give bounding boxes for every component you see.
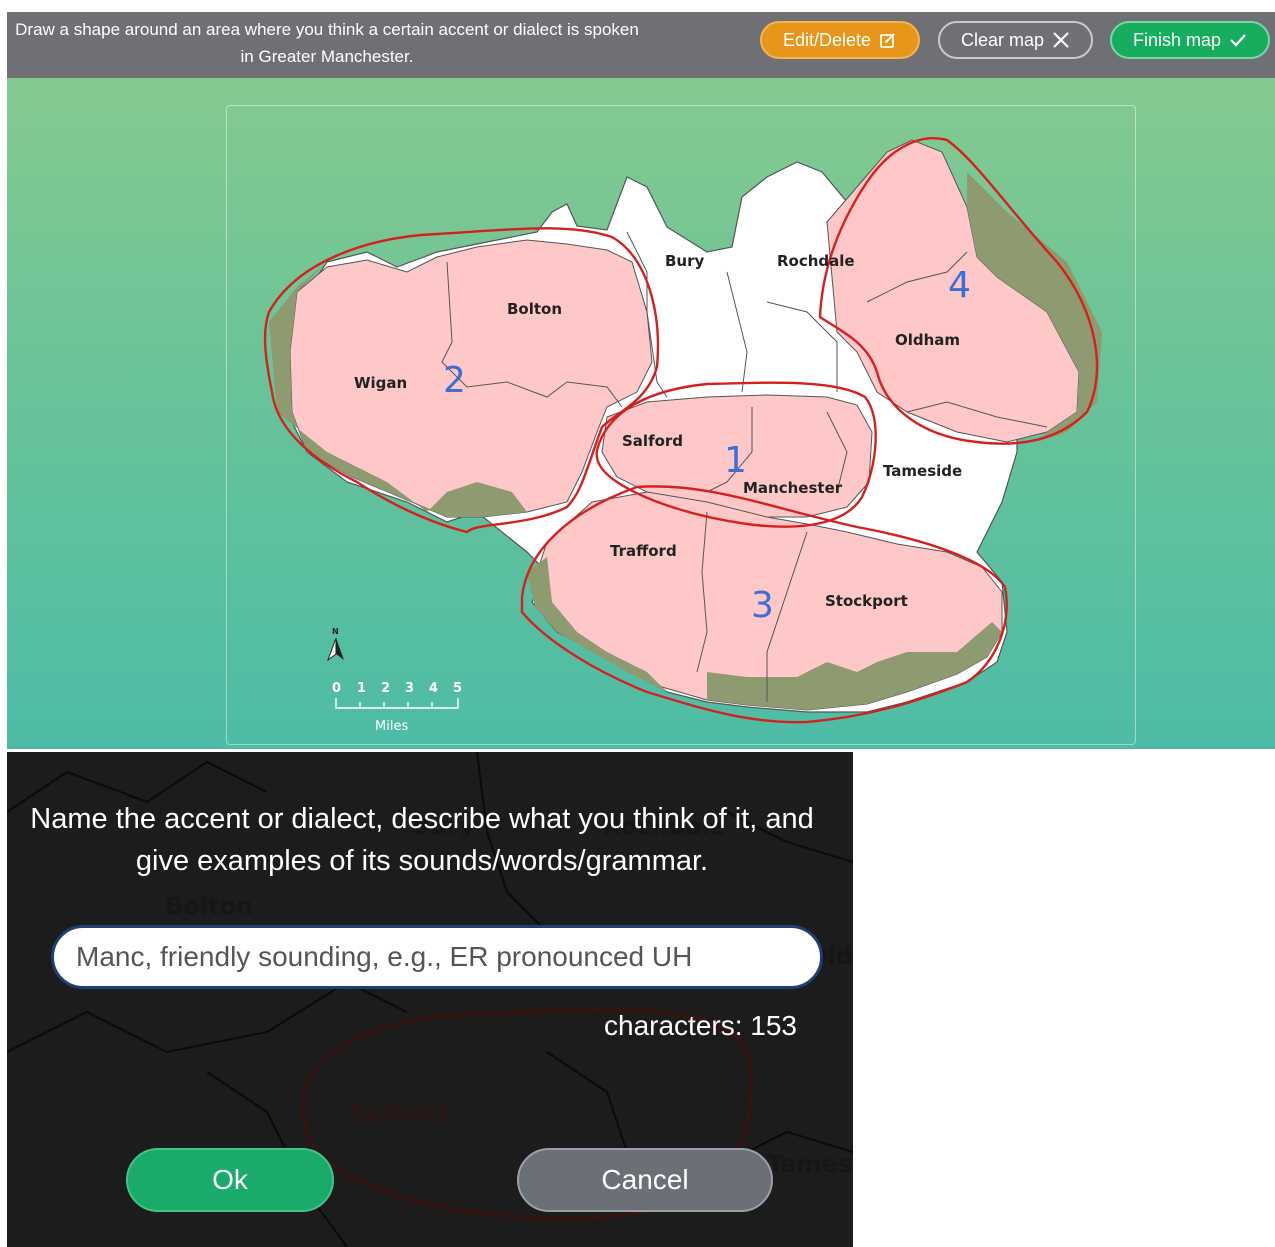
character-count: characters: 153 <box>604 1010 797 1041</box>
greater-manchester-map[interactable]: Bury Rochdale Bolton Oldham Wigan Salfor… <box>7 12 1275 749</box>
district-label-wigan: Wigan <box>354 374 407 392</box>
district-areas <box>269 139 1102 713</box>
scale-bar: 0 1 2 3 4 5 Miles <box>332 681 462 734</box>
north-arrow-icon: N <box>326 627 344 662</box>
scale-tick-2: 2 <box>381 681 390 696</box>
shape-number-1: 1 <box>724 440 747 481</box>
backdrop-label-tameside: Tameside <box>767 1150 853 1178</box>
scale-unit: Miles <box>375 719 408 734</box>
shape-number-3: 3 <box>751 585 774 626</box>
district-label-trafford: Trafford <box>610 542 677 560</box>
scale-tick-0: 0 <box>332 681 341 696</box>
map-panel: Draw a shape around an area where you th… <box>7 12 1275 749</box>
accent-dialog: Bury Rochdale Bolton Oldham Salford Tame… <box>7 752 853 1247</box>
dialog-prompt: Name the accent or dialect, describe wha… <box>30 803 814 877</box>
backdrop-label-salford: Salford <box>349 1100 447 1128</box>
district-label-bolton: Bolton <box>507 300 562 318</box>
shape-number-2: 2 <box>443 360 466 401</box>
backdrop-label-bolton: Bolton <box>165 892 253 920</box>
scale-tick-4: 4 <box>429 681 438 696</box>
north-label: N <box>332 627 339 636</box>
scale-tick-5: 5 <box>453 681 462 696</box>
accent-description-input[interactable] <box>51 925 823 989</box>
scale-tick-3: 3 <box>405 681 414 696</box>
district-label-manchester: Manchester <box>743 479 843 497</box>
district-label-tameside: Tameside <box>883 462 962 480</box>
district-label-stockport: Stockport <box>825 592 908 610</box>
district-label-salford: Salford <box>622 432 683 450</box>
ok-button[interactable]: Ok <box>126 1148 334 1212</box>
scale-tick-1: 1 <box>357 681 366 696</box>
district-label-oldham: Oldham <box>895 331 960 349</box>
shape-number-4: 4 <box>948 265 971 306</box>
district-label-rochdale: Rochdale <box>777 252 855 270</box>
cancel-button[interactable]: Cancel <box>517 1148 773 1212</box>
district-label-bury: Bury <box>665 252 705 270</box>
